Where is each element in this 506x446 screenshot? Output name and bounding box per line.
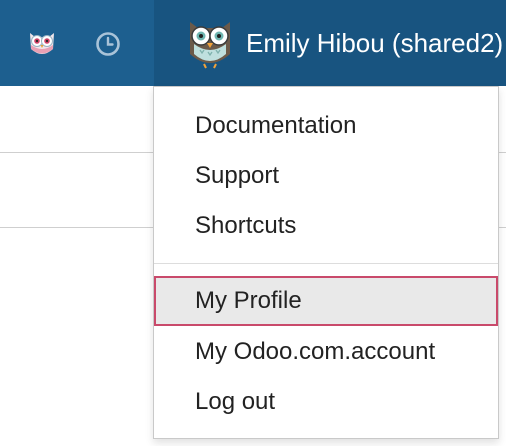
clock-icon[interactable] [94,30,122,58]
menu-item-log-out[interactable]: Log out [154,377,498,427]
menu-item-shortcuts[interactable]: Shortcuts [154,201,498,251]
owl-icon[interactable] [26,27,58,59]
menu-item-documentation[interactable]: Documentation [154,101,498,151]
page: Emily Hibou (shared2) › Documentation Su… [0,0,506,446]
menu-item-odoo-account[interactable]: My Odoo.com.account [154,327,498,377]
menu-item-support[interactable]: Support [154,151,498,201]
user-name[interactable]: Emily Hibou (shared2) [246,26,503,60]
user-dropdown-menu: Documentation Support Shortcuts My Profi… [153,86,499,439]
menu-divider [154,263,498,264]
owl-avatar-icon[interactable] [184,14,236,70]
menu-item-my-profile[interactable]: My Profile [154,276,498,326]
